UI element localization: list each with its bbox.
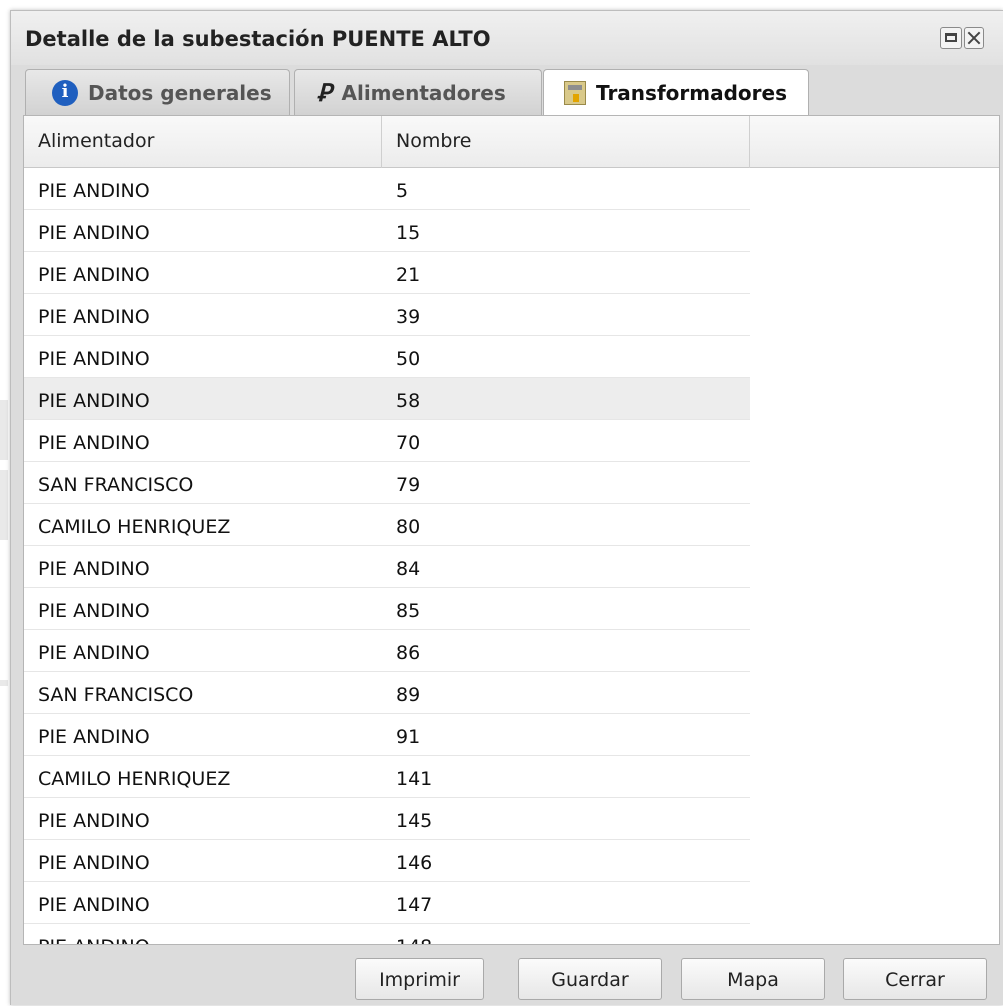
table-row[interactable]: PIE ANDINO 39 <box>24 294 750 336</box>
cell-nombre: 50 <box>396 348 421 370</box>
table-row[interactable]: PIE ANDINO 84 <box>24 546 750 588</box>
print-button[interactable]: Imprimir <box>355 958 484 1000</box>
background-edge <box>0 400 8 460</box>
cell-alimentador: PIE ANDINO <box>38 600 150 622</box>
cell-nombre: 145 <box>396 810 433 832</box>
window-titlebar[interactable]: Detalle de la subestación PUENTE ALTO <box>11 11 1003 65</box>
table-row[interactable]: PIE ANDINO 147 <box>24 882 750 924</box>
table-row[interactable]: PIE ANDINO 86 <box>24 630 750 672</box>
cell-nombre: 80 <box>396 516 421 538</box>
table-row[interactable]: PIE ANDINO 15 <box>24 210 750 252</box>
substation-detail-window: Detalle de la subestación PUENTE ALTO Da… <box>10 10 1003 1005</box>
cell-alimentador: PIE ANDINO <box>38 726 150 748</box>
cell-nombre: 86 <box>396 642 421 664</box>
table-row[interactable]: PIE ANDINO 145 <box>24 798 750 840</box>
cell-nombre: 79 <box>396 474 421 496</box>
cell-alimentador: PIE ANDINO <box>38 348 150 370</box>
transformers-grid: Alimentador Nombre PIE ANDINO 5 PIE ANDINO… <box>23 115 1000 945</box>
cell-alimentador: PIE ANDINO <box>38 390 150 412</box>
cell-nombre: 5 <box>396 180 409 202</box>
cell-nombre: 84 <box>396 558 421 580</box>
cell-nombre: 148 <box>396 936 432 944</box>
feeder-icon: Ꝑ <box>317 78 332 107</box>
cell-alimentador: PIE ANDINO <box>38 264 150 286</box>
cell-alimentador: PIE ANDINO <box>38 852 150 874</box>
cell-nombre: 39 <box>396 306 421 328</box>
cell-nombre: 147 <box>396 894 433 916</box>
cell-alimentador: SAN FRANCISCO <box>38 684 194 706</box>
cell-alimentador: PIE ANDINO <box>38 306 150 328</box>
cell-alimentador: PIE ANDINO <box>38 558 150 580</box>
grid-body: PIE ANDINO 5 PIE ANDINO 15 PIE ANDINO 21 PIE A… <box>24 168 750 944</box>
transformer-icon <box>564 81 586 105</box>
tab-label: Transformadores <box>596 81 787 105</box>
cell-nombre: 89 <box>396 684 421 706</box>
window-footer: Imprimir Guardar Mapa Cerrar <box>11 945 1003 1006</box>
cell-alimentador: PIE ANDINO <box>38 894 150 916</box>
cell-nombre: 70 <box>396 432 421 454</box>
column-header-nombre[interactable]: Nombre <box>382 116 750 168</box>
close-button[interactable]: Cerrar <box>843 958 987 1000</box>
background-edge <box>0 470 8 540</box>
info-icon <box>52 79 78 106</box>
table-row[interactable]: SAN FRANCISCO 89 <box>24 672 750 714</box>
cell-nombre: 85 <box>396 600 421 622</box>
cell-alimentador: PIE ANDINO <box>38 810 150 832</box>
close-icon[interactable] <box>964 27 984 49</box>
table-row[interactable]: PIE ANDINO 21 <box>24 252 750 294</box>
cell-nombre: 141 <box>396 768 433 790</box>
column-header-empty <box>750 116 999 168</box>
cell-nombre: 21 <box>396 264 421 286</box>
cell-alimentador: PIE ANDINO <box>38 432 150 454</box>
tab-datos-generales[interactable]: Datos generales <box>25 69 290 115</box>
tab-bar: Datos generales Ꝑ Alimentadores Transfor… <box>11 65 1003 116</box>
table-row[interactable]: PIE ANDINO 146 <box>24 840 750 882</box>
table-row[interactable]: SAN FRANCISCO 79 <box>24 462 750 504</box>
tab-label: Datos generales <box>88 80 272 105</box>
cell-alimentador: PIE ANDINO <box>38 936 150 944</box>
table-row[interactable]: CAMILO HENRIQUEZ 80 <box>24 504 750 546</box>
cell-alimentador: PIE ANDINO <box>38 222 150 244</box>
table-row[interactable]: PIE ANDINO 5 <box>24 168 750 210</box>
table-row[interactable]: PIE ANDINO 91 <box>24 714 750 756</box>
cell-nombre: 15 <box>396 222 421 244</box>
tab-transformadores[interactable]: Transformadores <box>543 69 809 116</box>
cell-nombre: 146 <box>396 852 433 874</box>
cell-alimentador: PIE ANDINO <box>38 642 150 664</box>
table-row[interactable]: PIE ANDINO 50 <box>24 336 750 378</box>
column-header-alimentador[interactable]: Alimentador <box>24 116 382 168</box>
map-button[interactable]: Mapa <box>681 958 825 1000</box>
table-row[interactable]: PIE ANDINO 148 <box>24 924 750 944</box>
window-title: Detalle de la subestación PUENTE ALTO <box>25 27 491 51</box>
table-row[interactable]: PIE ANDINO 70 <box>24 420 750 462</box>
background-edge <box>0 680 8 686</box>
grid-header: Alimentador Nombre <box>24 116 999 168</box>
cell-alimentador: PIE ANDINO <box>38 180 150 202</box>
cell-nombre: 58 <box>396 390 421 412</box>
table-row[interactable]: CAMILO HENRIQUEZ 141 <box>24 756 750 798</box>
save-button[interactable]: Guardar <box>518 958 662 1000</box>
table-row[interactable]: PIE ANDINO 85 <box>24 588 750 630</box>
tab-alimentadores[interactable]: Ꝑ Alimentadores <box>294 69 542 115</box>
cell-alimentador: CAMILO HENRIQUEZ <box>38 768 231 790</box>
cell-alimentador: CAMILO HENRIQUEZ <box>38 516 231 538</box>
cell-alimentador: SAN FRANCISCO <box>38 474 194 496</box>
maximize-icon[interactable] <box>940 27 962 49</box>
cell-nombre: 91 <box>396 726 421 748</box>
tab-label: Alimentadores <box>341 80 506 105</box>
table-row[interactable]: PIE ANDINO 58 <box>24 378 750 420</box>
